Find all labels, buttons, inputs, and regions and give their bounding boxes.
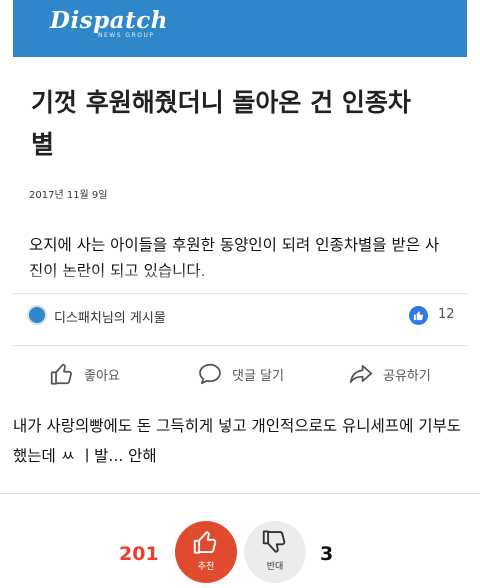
user-comment-text: 내가 사랑의빵에도 돈 그득히게 넣고 개인적으로도 유니세프에 기부도 했는데…: [13, 417, 462, 465]
dispatch-banner: Dispatch NEWS GROUP: [13, 0, 467, 57]
like-button[interactable]: 좋아요: [49, 359, 120, 389]
downvote-count: 3: [320, 543, 334, 565]
dispatch-logo-subtitle: NEWS GROUP: [98, 32, 155, 39]
text-fade-overlay: [13, 268, 467, 290]
reaction-count[interactable]: 12: [438, 307, 455, 322]
share-button[interactable]: 공유하기: [348, 359, 431, 389]
thumbs-up-icon: [193, 531, 217, 554]
article-date: 2017년 11월 9일: [29, 190, 108, 201]
comment-button[interactable]: 댓글 달기: [197, 359, 284, 389]
upvote-button[interactable]: 추천: [175, 521, 237, 583]
post-action-bar: 좋아요 댓글 달기 공유하기: [13, 355, 467, 391]
thumbs-up-icon: [413, 311, 424, 321]
speech-bubble-icon: [199, 363, 221, 385]
divider: [0, 493, 480, 494]
like-label: 좋아요: [84, 368, 120, 384]
thumbs-down-icon: [262, 530, 286, 553]
thumbs-up-outline-icon: [50, 363, 72, 385]
divider: [13, 293, 467, 294]
upvote-count: 201: [119, 543, 159, 565]
downvote-button[interactable]: 반대: [244, 521, 306, 583]
like-reaction-icon[interactable]: [409, 306, 428, 325]
page-name-link[interactable]: 디스패치님의 게시물: [54, 307, 166, 326]
downvote-label: 반대: [266, 562, 284, 572]
dispatch-logo: Dispatch: [50, 7, 168, 34]
post-source-row: 디스패치님의 게시물 12: [13, 302, 467, 330]
comment-label: 댓글 달기: [232, 368, 284, 384]
upvote-label: 추천: [197, 562, 215, 572]
page-avatar[interactable]: [27, 305, 47, 325]
divider: [13, 345, 467, 346]
article-headline: 기껏 후원해줬더니 돌아온 건 인종차별: [31, 88, 411, 159]
share-arrow-icon: [349, 365, 373, 383]
share-label: 공유하기: [383, 368, 431, 384]
